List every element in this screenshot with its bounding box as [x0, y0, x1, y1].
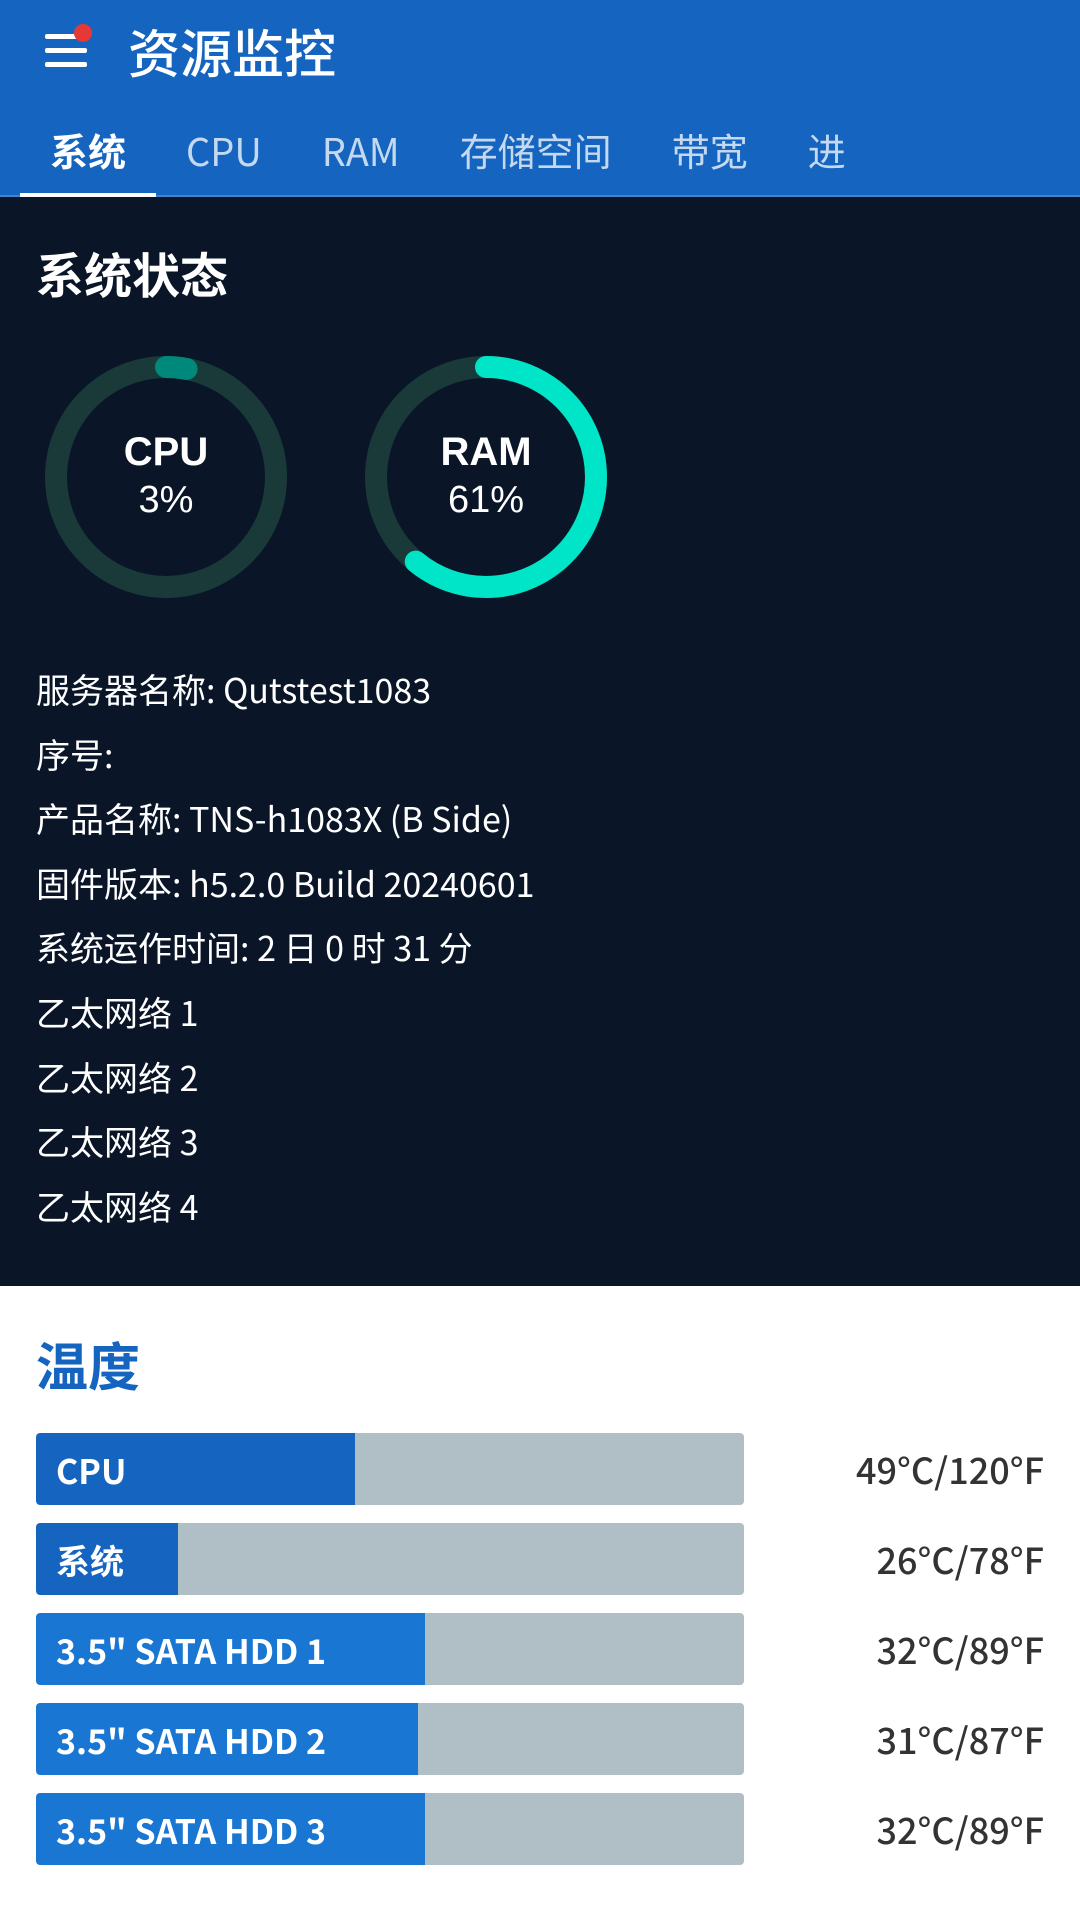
info-eth3: 乙太网络 3	[36, 1109, 1044, 1174]
svg-text:61%: 61%	[448, 479, 524, 521]
ram-gauge-svg: RAM 61%	[356, 347, 616, 607]
temp-value-system: 26°C/78°F	[764, 1533, 1044, 1585]
tab-bar: 系统 CPU RAM 存储空间 带宽 进	[0, 100, 1080, 197]
temperature-section: 温度 CPU 49°C/120°F 系统 26°C/78°F 3.5" SATA…	[0, 1286, 1080, 1923]
temp-bar-fill-hdd2: 3.5" SATA HDD 2	[36, 1703, 418, 1775]
temp-bar-wrap-system: 系统	[36, 1523, 744, 1595]
gauges-row: CPU 3% RAM 61%	[36, 347, 1044, 607]
ram-gauge: RAM 61%	[356, 347, 616, 607]
temp-value-hdd1: 32°C/89°F	[764, 1623, 1044, 1675]
info-eth2: 乙太网络 2	[36, 1045, 1044, 1110]
system-status-section: 系统状态 CPU 3% RAM 61%	[0, 197, 1080, 1286]
cpu-gauge-svg: CPU 3%	[36, 347, 296, 607]
system-info: 服务器名称: Qutstest1083 序号: 产品名称: TNS-h1083X…	[36, 657, 1044, 1238]
temp-row-hdd1: 3.5" SATA HDD 1 32°C/89°F	[36, 1613, 1044, 1685]
svg-text:RAM: RAM	[440, 430, 531, 474]
info-eth1: 乙太网络 1	[36, 980, 1044, 1045]
temp-bar-label-system: 系统	[56, 1535, 124, 1584]
info-product-name: 产品名称: TNS-h1083X (B Side)	[36, 786, 1044, 851]
info-firmware: 固件版本: h5.2.0 Build 20240601	[36, 851, 1044, 916]
info-eth4: 乙太网络 4	[36, 1174, 1044, 1239]
tab-cpu[interactable]: CPU	[156, 100, 292, 195]
temp-bar-label-hdd1: 3.5" SATA HDD 1	[56, 1625, 326, 1674]
info-serial: 序号:	[36, 722, 1044, 787]
system-status-title: 系统状态	[36, 237, 1044, 307]
notification-dot	[74, 24, 92, 42]
temp-bar-wrap-hdd1: 3.5" SATA HDD 1	[36, 1613, 744, 1685]
menu-button[interactable]	[36, 20, 96, 80]
app-title: 资源监控	[128, 13, 336, 88]
app-header: 资源监控	[0, 0, 1080, 100]
temp-bar-wrap-hdd2: 3.5" SATA HDD 2	[36, 1703, 744, 1775]
temp-bar-fill-cpu: CPU	[36, 1433, 355, 1505]
tab-storage[interactable]: 存储空间	[430, 100, 642, 195]
svg-text:CPU: CPU	[124, 430, 208, 474]
temp-bar-wrap-hdd3: 3.5" SATA HDD 3	[36, 1793, 744, 1865]
temp-row-system: 系统 26°C/78°F	[36, 1523, 1044, 1595]
info-server-name: 服务器名称: Qutstest1083	[36, 657, 1044, 722]
temp-bar-label-cpu: CPU	[56, 1445, 126, 1494]
temp-row-hdd2: 3.5" SATA HDD 2 31°C/87°F	[36, 1703, 1044, 1775]
tab-ram[interactable]: RAM	[292, 100, 430, 195]
temp-row-hdd3: 3.5" SATA HDD 3 32°C/89°F	[36, 1793, 1044, 1865]
temp-bar-label-hdd3: 3.5" SATA HDD 3	[56, 1805, 326, 1854]
temp-bar-wrap-cpu: CPU	[36, 1433, 744, 1505]
tab-more[interactable]: 进	[778, 100, 876, 195]
tab-system[interactable]: 系统	[20, 100, 156, 195]
tab-bandwidth[interactable]: 带宽	[642, 100, 778, 195]
svg-text:3%: 3%	[139, 479, 194, 521]
cpu-gauge: CPU 3%	[36, 347, 296, 607]
temp-bar-fill-hdd3: 3.5" SATA HDD 3	[36, 1793, 425, 1865]
info-uptime: 系统运作时间: 2 日 0 时 31 分	[36, 915, 1044, 980]
temp-bar-fill-hdd1: 3.5" SATA HDD 1	[36, 1613, 425, 1685]
temp-value-cpu: 49°C/120°F	[764, 1443, 1044, 1495]
temp-bar-fill-system: 系统	[36, 1523, 178, 1595]
temp-value-hdd3: 32°C/89°F	[764, 1803, 1044, 1855]
temp-row-cpu: CPU 49°C/120°F	[36, 1433, 1044, 1505]
temperature-title: 温度	[36, 1326, 1044, 1401]
temp-bar-label-hdd2: 3.5" SATA HDD 2	[56, 1715, 326, 1764]
temp-value-hdd2: 31°C/87°F	[764, 1713, 1044, 1765]
